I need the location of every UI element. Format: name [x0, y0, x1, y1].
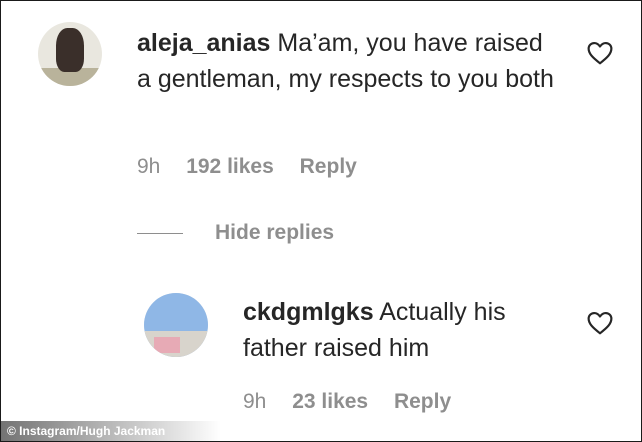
credit-overlay: © Instagram/Hugh Jackman [1, 421, 221, 441]
comment-meta: 9h 192 likes Reply [137, 155, 377, 179]
reply-time: 9h [243, 390, 267, 413]
avatar[interactable] [144, 293, 208, 357]
reply-meta: 9h 23 likes Reply [243, 390, 471, 414]
comment-thread: aleja_anias Ma’am, you have raised a gen… [0, 0, 642, 442]
reply-button[interactable]: Reply [300, 155, 357, 178]
likes-count[interactable]: 23 likes [292, 390, 368, 413]
comment-username[interactable]: aleja_anias [137, 29, 270, 57]
reply-body: ckdgmlgks Actually his father raised him [243, 294, 573, 366]
reply-username[interactable]: ckdgmlgks [243, 298, 374, 326]
likes-count[interactable]: 192 likes [186, 155, 274, 178]
reply-button[interactable]: Reply [394, 390, 451, 413]
comment-time: 9h [137, 155, 161, 178]
comment-body: aleja_anias Ma’am, you have raised a gen… [137, 25, 557, 97]
heart-icon[interactable] [587, 41, 613, 65]
avatar[interactable] [38, 22, 102, 86]
heart-icon[interactable] [587, 311, 613, 335]
hide-replies-button[interactable]: Hide replies [215, 221, 334, 245]
image-credit: © Instagram/Hugh Jackman [7, 424, 166, 438]
divider-line [137, 233, 183, 234]
